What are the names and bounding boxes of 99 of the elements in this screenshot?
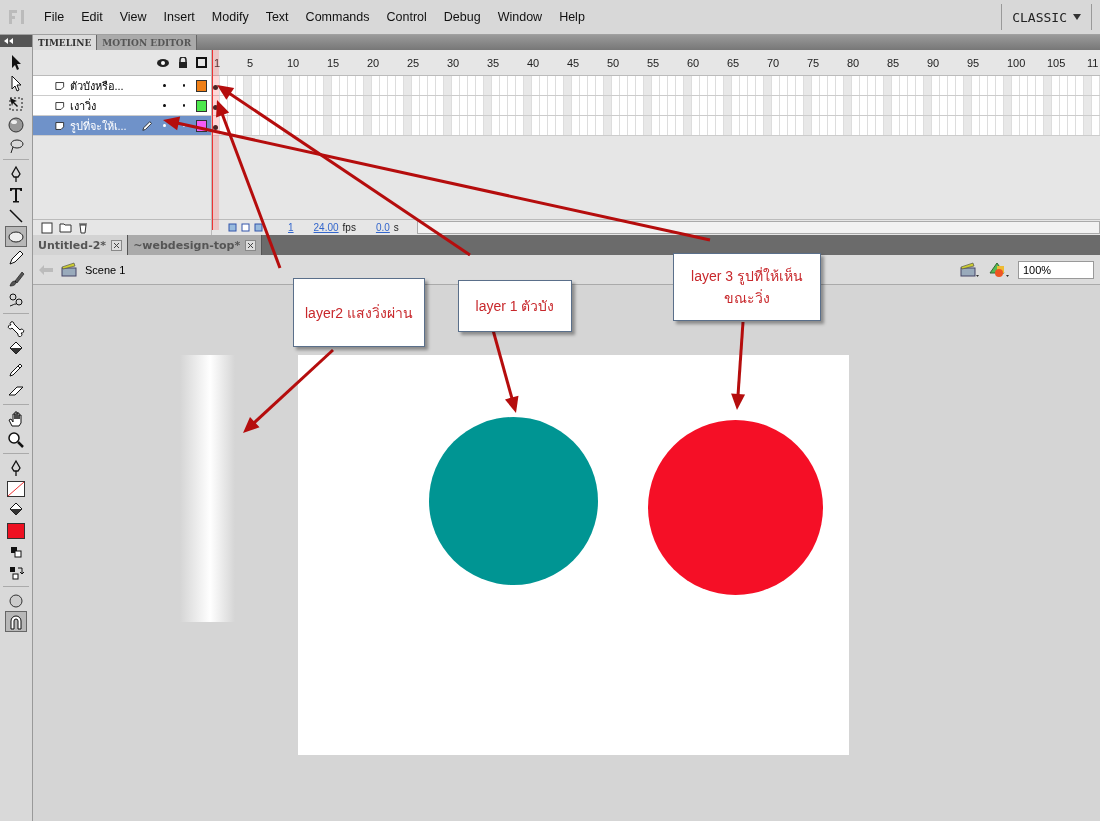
objdraw-tool-icon — [7, 591, 25, 610]
lasso-tool-icon — [7, 136, 25, 155]
edit-symbols-icon[interactable] — [988, 261, 1010, 278]
document-tab-label[interactable]: Untitled-2* — [38, 238, 107, 252]
frame-number: 1 — [213, 56, 222, 69]
frame-number: 10 — [287, 56, 301, 69]
layer-color-swatch[interactable] — [196, 99, 207, 112]
current-frame: 1 — [288, 222, 294, 233]
folder-icon[interactable] — [59, 222, 72, 233]
workspace-dropdown[interactable]: CLASSIC — [1001, 4, 1092, 30]
keyframe-dot — [213, 125, 218, 130]
sphere-tool-icon — [7, 115, 25, 134]
callout-label: layer 1 ตัวบัง — [458, 280, 572, 332]
visibility-dot[interactable] — [163, 104, 166, 107]
menu-item[interactable]: Modify — [211, 10, 249, 24]
transform-tool-icon — [7, 94, 25, 113]
strokeswatch-tool-icon — [7, 479, 25, 498]
new-layer-icon[interactable] — [41, 221, 53, 234]
frame-number: 20 — [367, 56, 381, 69]
hand-tool-icon — [7, 409, 25, 428]
menu-item[interactable]: View — [119, 10, 147, 24]
layer-name: เงาวิ่ง — [69, 97, 97, 114]
layer-color-swatch[interactable] — [196, 79, 207, 92]
collapse-icon — [4, 38, 14, 44]
layer-color-swatch[interactable] — [196, 119, 207, 132]
lock-icon — [178, 57, 188, 68]
menu-item[interactable]: Text — [265, 10, 289, 24]
frame-number: 5 — [247, 56, 255, 69]
frame-number: 40 — [527, 56, 541, 69]
fillswatch-tool-icon — [7, 521, 25, 540]
menu-item[interactable]: Help — [559, 10, 585, 24]
frame-rate-unit: fps — [342, 222, 356, 233]
frame-number: 45 — [567, 56, 581, 69]
layer-name: ตัวบังหรือ... — [69, 78, 125, 94]
menu-item[interactable]: Commands — [305, 10, 370, 24]
zoom-field[interactable]: 100% — [1018, 260, 1094, 279]
visibility-dot[interactable] — [163, 84, 166, 87]
frame-number: 90 — [927, 56, 941, 69]
panel-tab[interactable]: TIMELINE — [33, 35, 98, 50]
menu-item[interactable]: Debug — [443, 10, 481, 24]
callout-label: layer2 แสงวิ่งผ่าน — [293, 278, 425, 347]
frame-number: 85 — [887, 56, 901, 69]
menu-item[interactable]: Window — [497, 10, 543, 24]
close-icon[interactable] — [111, 239, 123, 251]
eye-icon — [156, 57, 170, 68]
brush-tool-icon — [7, 269, 25, 288]
pencil-tool-icon — [7, 248, 25, 267]
frame-number: 11 — [1087, 56, 1100, 69]
frame-number: 60 — [687, 56, 701, 69]
layer-name: รูปที่จะให้เ... — [69, 117, 128, 135]
tool-button[interactable] — [5, 226, 27, 247]
frame-number: 70 — [767, 56, 781, 69]
menu-item[interactable]: Edit — [81, 10, 103, 24]
time-unit: s — [393, 222, 399, 233]
frame-number: 75 — [807, 56, 821, 69]
layer-row[interactable]: ตัวบังหรือ... — [33, 76, 211, 96]
menu-item[interactable]: File — [44, 10, 65, 24]
frame-number: 25 — [407, 56, 421, 69]
outline-icon — [196, 57, 207, 68]
frame-number: 35 — [487, 56, 501, 69]
trash-icon[interactable] — [78, 221, 88, 234]
tool-button[interactable] — [5, 611, 27, 632]
scene-label: Scene 1 — [85, 263, 126, 276]
layer-icon — [55, 120, 65, 131]
visibility-dot[interactable] — [163, 124, 166, 127]
frame-number: 30 — [447, 56, 461, 69]
line-tool-icon — [7, 206, 25, 225]
frame-rate-value[interactable]: 24.00 — [313, 222, 339, 233]
close-icon[interactable] — [245, 239, 257, 251]
tool-button[interactable] — [5, 114, 27, 135]
bone-tool-icon — [7, 318, 25, 337]
keyframe-dot — [213, 85, 218, 90]
frame-number: 80 — [847, 56, 861, 69]
playhead[interactable] — [212, 50, 219, 230]
layer-row[interactable]: เงาวิ่ง — [33, 96, 211, 116]
frame-number: 65 — [727, 56, 741, 69]
frame-number: 100 — [1007, 56, 1027, 69]
horizontal-scrollbar[interactable] — [416, 221, 1100, 234]
frame-number: 55 — [647, 56, 661, 69]
frame-number: 50 — [607, 56, 621, 69]
tool-button[interactable] — [5, 520, 27, 541]
elapsed-time: 0.0 — [375, 222, 390, 233]
frame-number: 105 — [1047, 56, 1067, 69]
frame-number: 15 — [327, 56, 341, 69]
menu-item[interactable]: Control — [386, 10, 427, 24]
tool-button[interactable] — [5, 478, 27, 499]
document-tab[interactable]: Untitled-2* — [33, 235, 129, 255]
menu-item[interactable]: Insert — [163, 10, 195, 24]
callout-label: layer 3 รูปที่ให้เห็น ขณะวิ่ง — [673, 253, 821, 321]
zoom-tool-icon — [7, 430, 25, 449]
deco-tool-icon — [7, 290, 25, 309]
layer-icon — [55, 80, 65, 91]
frame-number: 95 — [967, 56, 981, 69]
snap-tool-icon — [7, 612, 25, 631]
caret-icon — [1073, 14, 1081, 20]
edit-scene-icon[interactable] — [960, 261, 980, 278]
clapperboard-icon — [61, 262, 77, 277]
text-tool-icon — [7, 185, 25, 204]
layer-icon — [55, 100, 65, 111]
